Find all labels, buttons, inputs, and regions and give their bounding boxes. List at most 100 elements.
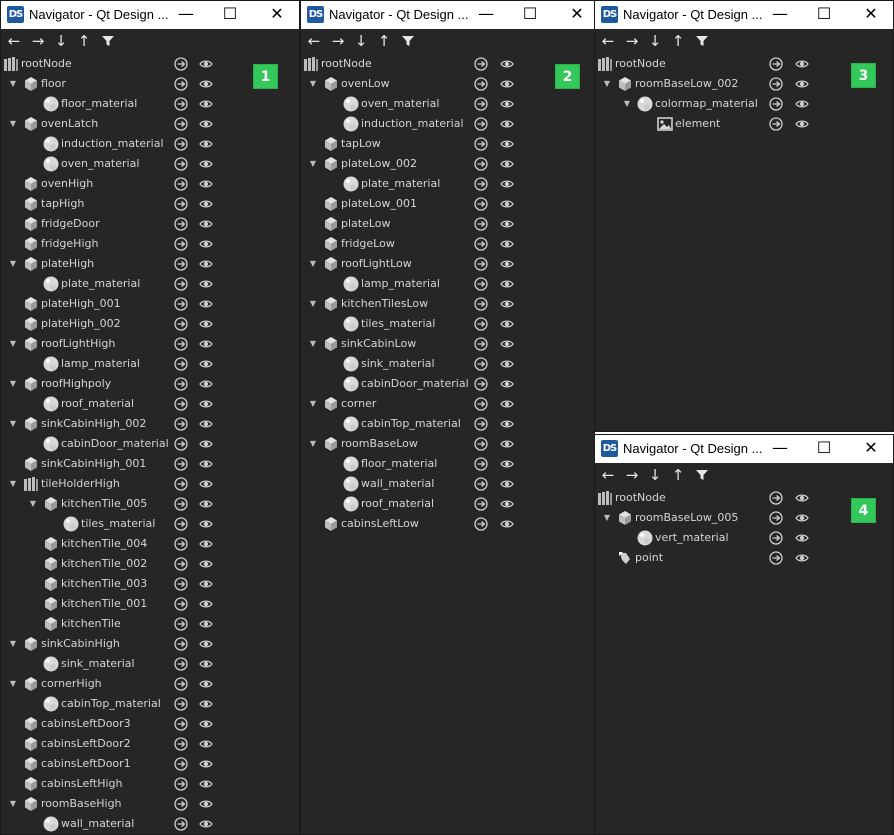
eye-icon[interactable] [199, 517, 213, 531]
eye-icon[interactable] [795, 551, 809, 565]
eye-icon[interactable] [199, 237, 213, 251]
eye-icon[interactable] [795, 511, 809, 525]
expand-arrow-icon[interactable]: ▼ [601, 508, 613, 528]
eye-icon[interactable] [199, 137, 213, 151]
tree-row[interactable]: cabinDoor_material [301, 374, 594, 394]
export-icon[interactable] [174, 737, 188, 751]
tree-row[interactable]: lamp_material [1, 354, 299, 374]
eye-icon[interactable] [500, 477, 514, 491]
export-icon[interactable] [174, 637, 188, 651]
export-icon[interactable] [769, 491, 783, 505]
close-button[interactable]: ✕ [849, 1, 893, 29]
tree-row[interactable]: kitchenTile_004 [1, 534, 299, 554]
export-icon[interactable] [174, 497, 188, 511]
export-icon[interactable] [474, 77, 488, 91]
tree-row[interactable]: kitchenTile [1, 614, 299, 634]
close-button[interactable]: ✕ [255, 1, 299, 29]
expand-arrow-icon[interactable]: ▼ [307, 394, 319, 414]
export-icon[interactable] [474, 477, 488, 491]
export-icon[interactable] [174, 217, 188, 231]
eye-icon[interactable] [199, 277, 213, 291]
export-icon[interactable] [174, 557, 188, 571]
tree-row[interactable]: ▼ roofLightHigh [1, 334, 299, 354]
eye-icon[interactable] [199, 497, 213, 511]
eye-icon[interactable] [500, 137, 514, 151]
tree-row[interactable]: ovenHigh [1, 174, 299, 194]
tree-row[interactable]: cabinsLeftDoor1 [1, 754, 299, 774]
eye-icon[interactable] [795, 491, 809, 505]
export-icon[interactable] [174, 577, 188, 591]
maximize-button[interactable]: ☐ [802, 1, 846, 29]
expand-arrow-icon[interactable]: ▼ [7, 634, 19, 654]
export-icon[interactable] [769, 97, 783, 111]
export-icon[interactable] [474, 317, 488, 331]
title-bar[interactable]: DS Navigator - Qt Design ... — ☐ ✕ [595, 435, 893, 463]
export-icon[interactable] [174, 377, 188, 391]
expand-arrow-icon[interactable]: ▼ [621, 94, 633, 114]
filter-icon[interactable] [691, 31, 713, 51]
export-icon[interactable] [174, 477, 188, 491]
minimize-button[interactable]: — [758, 1, 802, 29]
filter-icon[interactable] [397, 31, 419, 51]
tree-row[interactable]: tiles_material [1, 514, 299, 534]
tree-row[interactable]: plateLow [301, 214, 594, 234]
tree-row[interactable]: cabinTop_material [1, 694, 299, 714]
eye-icon[interactable] [199, 717, 213, 731]
tree-row[interactable]: fridgeLow [301, 234, 594, 254]
export-icon[interactable] [174, 457, 188, 471]
tree-row[interactable]: cabinTop_material [301, 414, 594, 434]
export-icon[interactable] [474, 217, 488, 231]
tree-row[interactable]: floor_material [301, 454, 594, 474]
tree-row[interactable]: induction_material [1, 134, 299, 154]
tree-row[interactable]: kitchenTile_002 [1, 554, 299, 574]
expand-arrow-icon[interactable]: ▼ [307, 74, 319, 94]
eye-icon[interactable] [199, 817, 213, 831]
expand-arrow-icon[interactable]: ▼ [307, 334, 319, 354]
expand-arrow-icon[interactable]: ▼ [7, 474, 19, 494]
minimize-button[interactable]: — [164, 1, 208, 29]
tree-row[interactable]: cabinsLeftDoor2 [1, 734, 299, 754]
tree-row[interactable]: ▼ roofLightLow [301, 254, 594, 274]
eye-icon[interactable] [500, 437, 514, 451]
export-icon[interactable] [174, 437, 188, 451]
tree-row[interactable]: ▼ ovenLow [301, 74, 594, 94]
tree-row[interactable]: cabinsLeftHigh [1, 774, 299, 794]
expand-arrow-icon[interactable]: ▼ [307, 154, 319, 174]
eye-icon[interactable] [199, 117, 213, 131]
export-icon[interactable] [174, 517, 188, 531]
export-icon[interactable] [474, 437, 488, 451]
arrow-left-icon[interactable]: ← [597, 465, 619, 485]
tree-row[interactable]: wall_material [301, 474, 594, 494]
eye-icon[interactable] [795, 117, 809, 131]
eye-icon[interactable] [199, 257, 213, 271]
tree-row[interactable]: ▼ plateLow_002 [301, 154, 594, 174]
arrow-down-icon[interactable]: ↓ [644, 465, 666, 485]
export-icon[interactable] [474, 237, 488, 251]
export-icon[interactable] [474, 337, 488, 351]
filter-icon[interactable] [97, 31, 119, 51]
export-icon[interactable] [174, 257, 188, 271]
tree-row[interactable]: roof_material [301, 494, 594, 514]
minimize-button[interactable]: — [464, 1, 508, 29]
export-icon[interactable] [174, 697, 188, 711]
maximize-button[interactable]: ☐ [802, 435, 846, 463]
tree-row[interactable]: plateHigh_002 [1, 314, 299, 334]
export-icon[interactable] [474, 277, 488, 291]
eye-icon[interactable] [500, 217, 514, 231]
eye-icon[interactable] [500, 377, 514, 391]
eye-icon[interactable] [199, 217, 213, 231]
eye-icon[interactable] [199, 577, 213, 591]
export-icon[interactable] [769, 57, 783, 71]
eye-icon[interactable] [500, 457, 514, 471]
expand-arrow-icon[interactable]: ▼ [7, 334, 19, 354]
export-icon[interactable] [474, 517, 488, 531]
maximize-button[interactable]: ☐ [508, 1, 552, 29]
expand-arrow-icon[interactable]: ▼ [7, 74, 19, 94]
export-icon[interactable] [474, 457, 488, 471]
arrow-up-icon[interactable]: ↑ [667, 465, 689, 485]
eye-icon[interactable] [500, 517, 514, 531]
eye-icon[interactable] [199, 357, 213, 371]
eye-icon[interactable] [199, 317, 213, 331]
eye-icon[interactable] [199, 77, 213, 91]
tree-row[interactable]: ▼ plateHigh [1, 254, 299, 274]
